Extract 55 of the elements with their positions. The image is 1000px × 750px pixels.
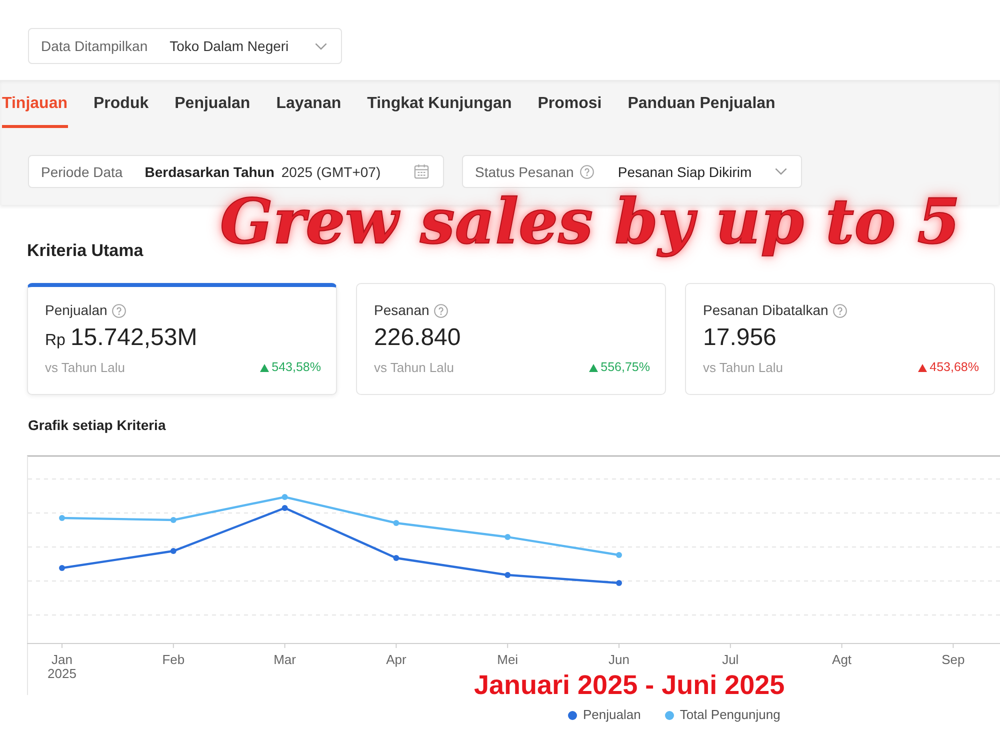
calendar-icon[interactable] (414, 164, 429, 179)
dropdown-value: Toko Dalam Negeri (170, 38, 290, 54)
comparison-label: vs Tahun Lalu (374, 360, 454, 375)
axis-label: Apr (386, 652, 406, 667)
currency-prefix: Rp (45, 331, 66, 351)
section-title: Kriteria Utama (27, 240, 144, 262)
help-icon[interactable] (833, 304, 848, 318)
axis-label: Sep (942, 652, 965, 667)
comparison-label: vs Tahun Lalu (703, 360, 783, 375)
date-range-caption: Januari 2025 - Juni 2025 (474, 669, 785, 701)
metric-card[interactable]: Pesanan Dibatalkan 17.956 vs Tahun Lalu 453,68% (685, 283, 995, 395)
axis-label: Agt (832, 652, 852, 667)
tab[interactable]: Promosi (538, 80, 602, 128)
filter-label: Periode Data (41, 164, 123, 180)
metric-value: 17.956 (703, 325, 776, 351)
metric-label: Penjualan (45, 302, 108, 319)
chevron-down-icon (315, 42, 327, 50)
promo-headline: Grew sales by up to 5 (220, 186, 960, 258)
metric-card[interactable]: Penjualan Rp 15.742,53M vs Tahun Lalu 543,58% (27, 283, 337, 395)
filter-value: Berdasarkan Tahun (144, 164, 274, 180)
tab[interactable]: Panduan Penjualan (628, 80, 776, 128)
change-percent: 453,68% (930, 360, 979, 375)
metric-value: 15.742,53M (70, 325, 198, 351)
filter-value: Pesanan Siap Dikirim (618, 164, 752, 180)
filter-label: Status Pesanan (475, 164, 574, 180)
change-percent: 556,75% (600, 360, 650, 375)
metric-value: 226.840 (374, 325, 461, 351)
legend-label: Total Pengunjung (680, 707, 780, 723)
period-dropdown[interactable]: Periode Data Berdasarkan Tahun 2025 (GMT+07) (28, 155, 444, 188)
status-dropdown[interactable]: Status Pesanan Pesanan Siap Dikirim (462, 155, 802, 188)
chevron-down-icon (775, 168, 787, 175)
axis-label: Jul (722, 652, 739, 667)
axis-label: Jan (52, 652, 72, 667)
tab[interactable]: Penjualan (174, 80, 250, 128)
data-source-dropdown[interactable]: Data Ditampilkan Toko Dalam Negeri (28, 28, 342, 64)
tab[interactable]: Produk (94, 80, 149, 128)
axis-label: Mar (274, 652, 296, 667)
axis-label: Jun (608, 652, 630, 667)
metric-label: Pesanan (374, 302, 430, 319)
chart-title: Grafik setiap Kriteria (28, 416, 166, 434)
dropdown-label: Data Ditampilkan (41, 38, 148, 54)
legend-label: Penjualan (583, 707, 641, 723)
metric-label: Pesanan Dibatalkan (703, 302, 828, 319)
metric-card[interactable]: Pesanan 226.840 vs Tahun Lalu 556,75% (356, 283, 666, 395)
help-icon[interactable] (580, 164, 594, 178)
axis-label: Feb (162, 652, 185, 667)
help-icon[interactable] (112, 304, 126, 318)
axis-label: 2025 (48, 666, 76, 681)
filter-value: 2025 (GMT+07) (281, 164, 381, 180)
change-percent: 543,58% (272, 360, 321, 375)
comparison-label: vs Tahun Lalu (45, 360, 125, 375)
axis-label: Mei (497, 652, 518, 667)
tab[interactable]: Layanan (276, 80, 342, 128)
help-icon[interactable] (434, 304, 448, 318)
tab[interactable]: Tingkat Kunjungan (367, 80, 512, 128)
